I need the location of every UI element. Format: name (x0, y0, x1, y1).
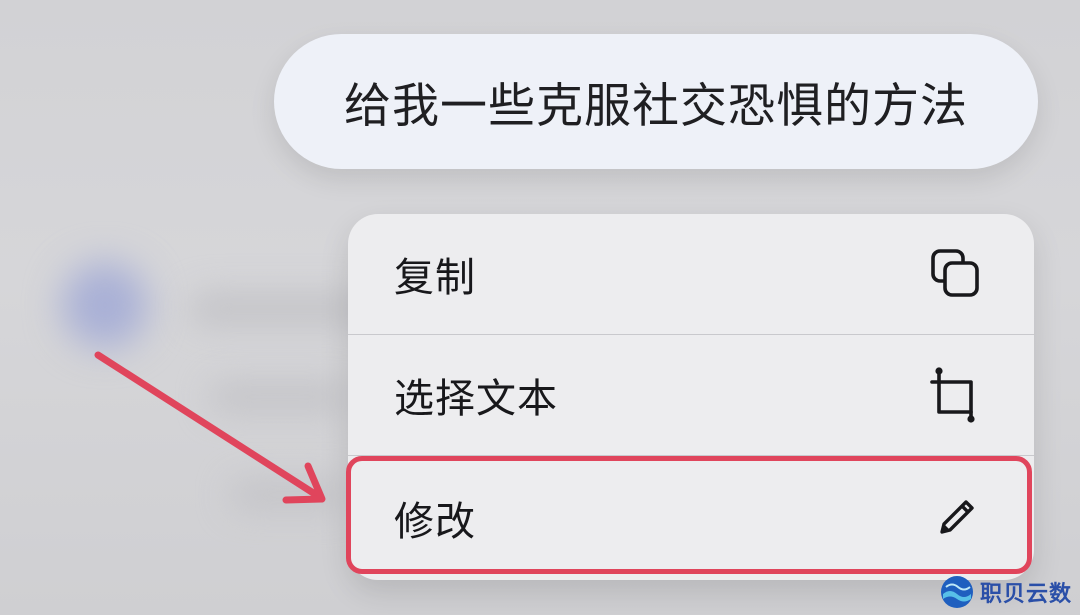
menu-item-select-text[interactable]: 选择文本 (348, 335, 1034, 455)
watermark-logo-icon (940, 576, 973, 608)
watermark: 职贝云数 (940, 575, 1072, 609)
crop-icon (928, 367, 984, 423)
copy-icon (928, 246, 984, 302)
blurred-avatar (62, 262, 148, 348)
menu-item-label: 复制 (394, 255, 476, 301)
menu-item-copy[interactable]: 复制 (348, 214, 1034, 334)
blurred-text-line (230, 480, 350, 510)
user-message-bubble[interactable]: 给我一些克服社交恐惧的方法 (274, 34, 1038, 169)
blurred-text-line (190, 292, 370, 326)
watermark-text: 职贝云数 (979, 582, 1072, 607)
blurred-text-line (210, 382, 350, 412)
menu-item-edit[interactable]: 修改 (348, 456, 1034, 580)
pencil-icon (928, 490, 984, 546)
menu-item-label: 选择文本 (394, 376, 558, 422)
user-message-text: 给我一些克服社交恐惧的方法 (344, 79, 968, 134)
menu-item-label: 修改 (394, 499, 476, 545)
context-menu: 复制 选择文本 修改 (348, 214, 1034, 580)
